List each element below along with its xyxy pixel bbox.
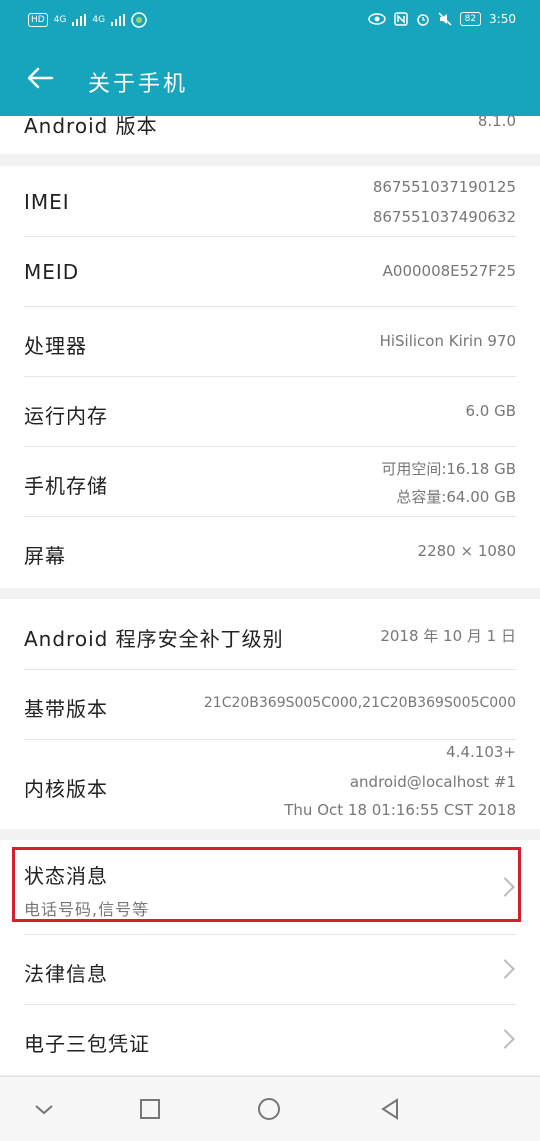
chevron-right-icon: [495, 959, 515, 979]
kernel-row[interactable]: 内核版本 4.4.103+ android@localhost #1 Thu O…: [24, 739, 516, 829]
security-patch-label: Android 程序安全补丁级别: [24, 627, 284, 651]
storage-total-value: 总容量:64.00 GB: [396, 488, 516, 506]
back-arrow-icon: [27, 67, 54, 89]
network-type-1: 4G: [53, 15, 67, 25]
processor-value: HiSilicon Kirin 970: [379, 332, 516, 350]
legal-info-row[interactable]: 法律信息: [24, 934, 516, 1005]
screen-value: 2280 × 1080: [417, 542, 516, 560]
security-patch-value: 2018 年 10 月 1 日: [380, 627, 516, 645]
eye-icon: [367, 13, 386, 25]
storage-row[interactable]: 手机存储 可用空间:16.18 GB 总容量:64.00 GB: [24, 446, 516, 517]
mute-icon: [438, 12, 452, 26]
imei-row[interactable]: IMEI 867551037190125 867551037490632: [24, 166, 516, 237]
app-bar: 关于手机: [0, 44, 540, 116]
square-icon[interactable]: [138, 1097, 162, 1121]
software-info-card: Android 程序安全补丁级别 2018 年 10 月 1 日 基带版本 21…: [0, 599, 540, 829]
ram-label: 运行内存: [24, 404, 108, 428]
battery-indicator: 82: [459, 12, 482, 26]
page-title: 关于手机: [88, 72, 189, 97]
warranty-row[interactable]: 电子三包凭证: [24, 1004, 516, 1074]
imei-value-1: 867551037190125: [372, 178, 516, 196]
alarm-icon: [416, 14, 429, 26]
highlight-box: [12, 847, 521, 922]
signal-icon: [72, 14, 87, 26]
hd-badge: HD: [28, 13, 48, 27]
status-left: HD 4G 4G: [28, 12, 147, 28]
kernel-label: 内核版本: [24, 777, 108, 801]
processor-row[interactable]: 处理器 HiSilicon Kirin 970: [24, 306, 516, 377]
circle-icon[interactable]: [257, 1097, 281, 1121]
ram-value: 6.0 GB: [465, 402, 516, 420]
nfc-icon: [393, 12, 408, 26]
back-button[interactable]: [24, 62, 60, 98]
baseband-row[interactable]: 基带版本 21C20B369S005C000,21C20B369S005C000: [24, 669, 516, 740]
kernel-value-1: 4.4.103+: [446, 743, 516, 761]
imei-value-2: 867551037490632: [372, 208, 516, 226]
processor-label: 处理器: [24, 334, 87, 358]
legal-info-label: 法律信息: [24, 962, 108, 986]
signal-icon: [111, 14, 126, 26]
baseband-value: 21C20B369S005C000,21C20B369S005C000: [203, 695, 516, 711]
meid-row[interactable]: MEID A000008E527F25: [24, 236, 516, 307]
chevron-right-icon: [495, 1029, 515, 1049]
ram-row[interactable]: 运行内存 6.0 GB: [24, 376, 516, 447]
chevron-down-icon[interactable]: [32, 1097, 56, 1121]
screen-row[interactable]: 屏幕 2280 × 1080: [24, 516, 516, 586]
warranty-label: 电子三包凭证: [24, 1032, 150, 1056]
status-right: 82 3:50: [367, 12, 516, 26]
meid-value: A000008E527F25: [382, 262, 516, 280]
baseband-label: 基带版本: [24, 697, 108, 721]
storage-label: 手机存储: [24, 474, 108, 498]
screen-label: 屏幕: [24, 544, 66, 568]
security-patch-row[interactable]: Android 程序安全补丁级别 2018 年 10 月 1 日: [24, 599, 516, 670]
imei-label: IMEI: [24, 190, 70, 214]
storage-available-value: 可用空间:16.18 GB: [381, 460, 516, 478]
android-version-card: Android 版本 8.1.0: [0, 116, 540, 154]
meid-label: MEID: [24, 260, 80, 284]
network-type-2: 4G: [92, 15, 106, 25]
clock: 3:50: [489, 12, 516, 26]
android-version-row: Android 版本 8.1.0: [24, 116, 516, 142]
device-info-card: IMEI 867551037190125 867551037490632 MEI…: [0, 166, 540, 588]
app-notification-icon: [131, 12, 147, 28]
kernel-value-2: android@localhost #1: [349, 773, 516, 791]
status-bar: HD 4G 4G 82 3:50: [0, 0, 540, 44]
navigation-bar: [0, 1076, 540, 1141]
kernel-value-3: Thu Oct 18 01:16:55 CST 2018: [284, 801, 516, 819]
triangle-back-icon[interactable]: [378, 1097, 402, 1121]
android-version-value: 8.1.0: [477, 116, 516, 130]
android-version-label: Android 版本: [24, 116, 158, 138]
